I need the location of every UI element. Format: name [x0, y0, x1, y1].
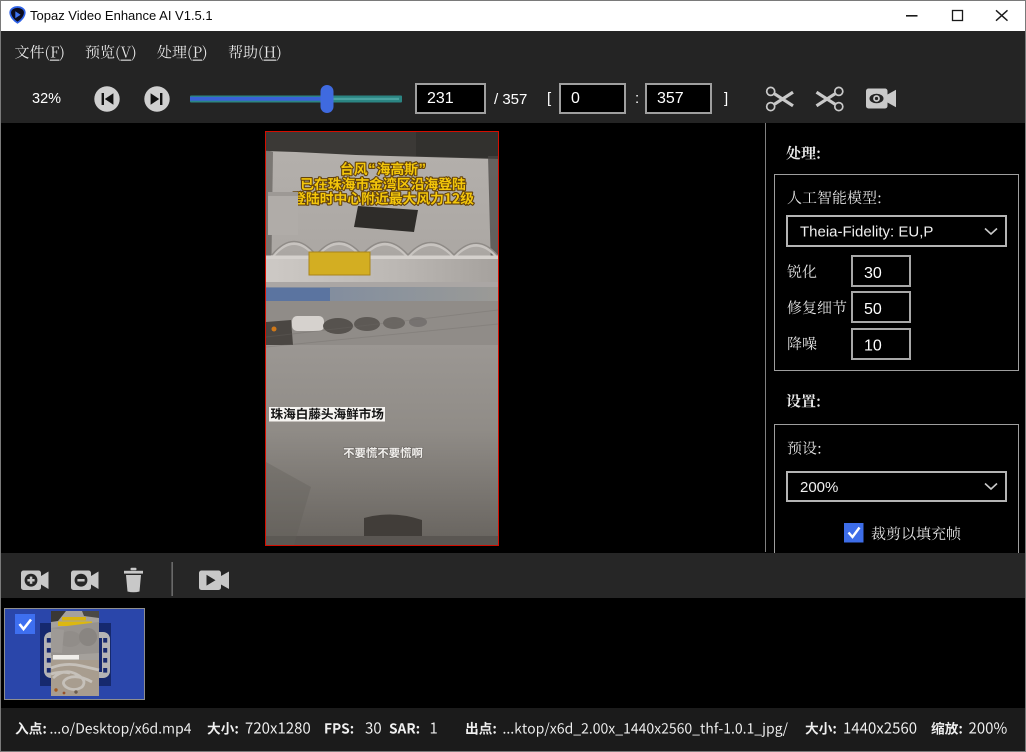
- svg-text:Theia-Fidelity: EU,P: Theia-Fidelity: EU,P: [800, 224, 933, 241]
- svg-text:10: 10: [864, 338, 882, 355]
- svg-text:50: 50: [864, 301, 882, 318]
- svg-text:200%: 200%: [800, 479, 838, 496]
- svg-text:30: 30: [864, 265, 882, 282]
